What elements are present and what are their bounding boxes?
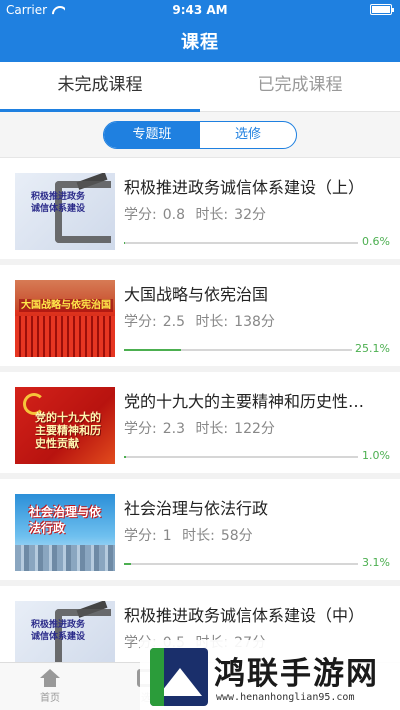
progress-percent: 3.1% [362,556,390,569]
progress-percent: 1.0% [362,449,390,462]
course-title: 党的十九大的主要精神和历史性贡献 [124,392,378,411]
duration-value: 138分 [234,314,275,330]
progress-fill [124,563,132,565]
duration-label: 时长: [195,314,229,330]
site-watermark: 鸿联手游网 www.henanhonglian95.com [140,640,400,710]
course-item[interactable]: 社会治理与依法行政 社会治理与依法行政 学分: 1 时长: 58分 3.1% [0,479,400,586]
course-item[interactable]: 大国战略与依宪治国 大国战略与依宪治国 学分: 2.5 时长: 138分 25.1% [0,265,400,372]
course-item[interactable]: 党的十九大的主要精神和历史性贡献 党的十九大的主要精神和历史性贡献 学分: 2.3… [0,372,400,479]
course-status-tabs: 未完成课程 已完成课程 [0,62,400,112]
course-meta: 学分: 0.8 时长: 32分 [124,204,272,224]
status-time: 9:43 AM [172,3,228,17]
duration-value: 32分 [234,207,266,223]
tabbar-item-home[interactable]: 首页 [20,669,80,704]
course-meta: 学分: 1 时长: 58分 [124,525,259,545]
thumbnail-caption: 社会治理与依法行政 [29,505,102,535]
credit-value: 1 [162,528,172,544]
segment-special-class[interactable]: 专题班 [104,122,200,148]
duration-label: 时长: [182,528,215,544]
credit-label: 学分: [124,528,157,544]
course-thumbnail: 大国战略与依宪治国 [15,280,115,357]
progress-bar [124,456,358,458]
home-icon [40,669,60,687]
credit-label: 学分: [124,314,157,330]
duration-label: 时长: [195,421,229,437]
course-thumbnail: 党的十九大的主要精神和历史性贡献 [15,387,115,464]
course-title: 积极推进政务诚信体系建设（上） [124,178,365,197]
segment-elective[interactable]: 选修 [200,122,296,148]
watermark-logo-icon [150,648,208,706]
thumbnail-caption: 积极推进政务诚信体系建设 [31,620,86,642]
status-bar: Carrier 9:43 AM [0,0,400,20]
course-title: 积极推进政务诚信体系建设（中） [124,606,365,625]
course-item[interactable]: 积极推进政务诚信体系建设 积极推进政务诚信体系建设（上） 学分: 0.8 时长: 3… [0,158,400,265]
progress-fill [124,456,127,458]
progress-percent: 0.6% [362,235,390,248]
app-header: Carrier 9:43 AM 课程 [0,0,400,62]
course-title: 社会治理与依法行政 [124,499,269,518]
tab-completed-courses[interactable]: 已完成课程 [200,62,400,111]
credit-label: 学分: [124,421,157,437]
course-type-segment: 专题班 选修 [103,121,297,149]
course-meta: 学分: 2.3 时长: 122分 [124,418,281,438]
duration-value: 58分 [220,528,253,544]
duration-label: 时长: [195,207,229,223]
progress-fill [124,349,182,351]
course-title: 大国战略与依宪治国 [124,285,269,304]
progress-percent: 25.1% [355,342,390,355]
course-thumbnail: 积极推进政务诚信体系建设 [15,173,115,250]
watermark-url: www.henanhonglian95.com [216,692,355,703]
thumbnail-caption: 积极推进政务诚信体系建设 [31,192,86,214]
progress-bar [124,242,358,244]
tab-incomplete-courses[interactable]: 未完成课程 [0,62,200,112]
credit-value: 2.3 [162,421,185,437]
progress-bar [124,563,358,565]
segment-bar: 专题班 选修 [0,112,400,158]
thumbnail-caption: 大国战略与依宪治国 [19,299,113,312]
page-title: 课程 [181,32,219,53]
battery-icon [370,4,394,15]
credit-label: 学分: [124,207,157,223]
watermark-title: 鸿联手游网 [214,656,379,692]
tabbar-label: 首页 [40,693,60,704]
progress-fill [124,242,126,244]
progress-bar [124,349,352,351]
course-thumbnail: 社会治理与依法行政 [15,494,115,571]
duration-value: 122分 [234,421,275,437]
course-list: 积极推进政务诚信体系建设 积极推进政务诚信体系建设（上） 学分: 0.8 时长: 3… [0,158,400,693]
course-meta: 学分: 2.5 时长: 138分 [124,311,281,331]
credit-value: 0.8 [162,207,185,223]
credit-value: 2.5 [162,314,185,330]
thumbnail-caption: 党的十九大的主要精神和历史性贡献 [35,411,101,450]
